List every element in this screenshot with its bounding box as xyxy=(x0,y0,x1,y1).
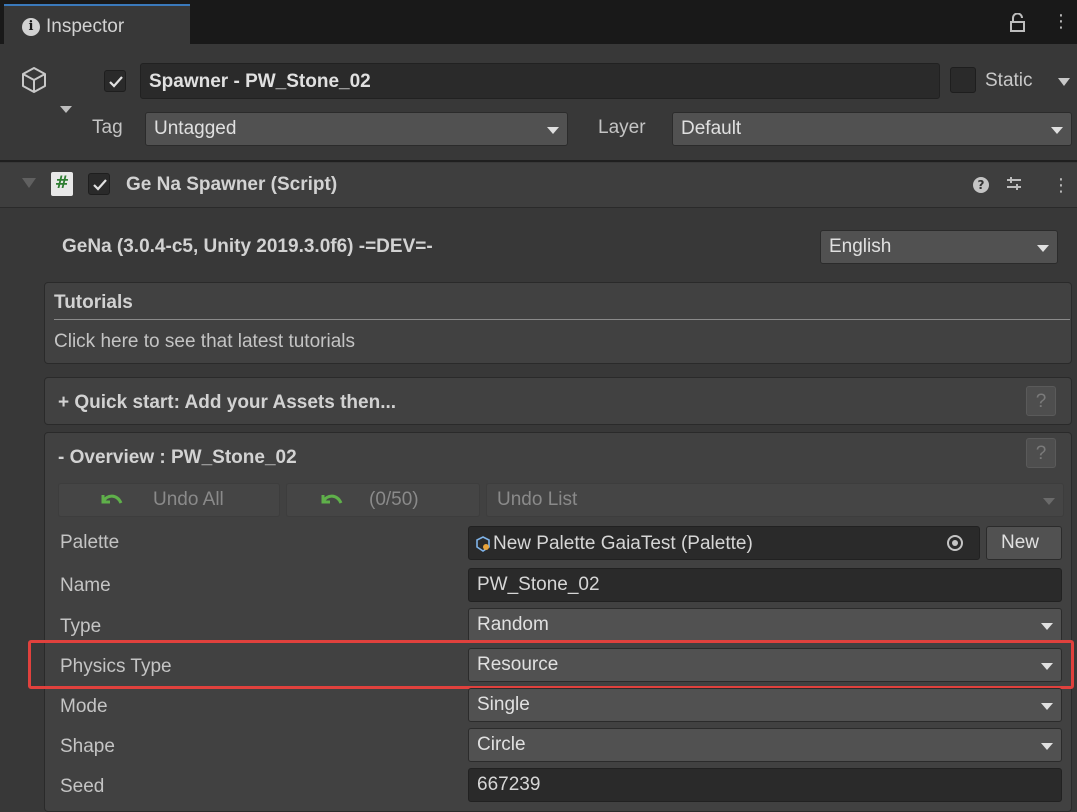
undo-all-label: Undo All xyxy=(153,489,224,510)
chevron-down-icon xyxy=(1041,743,1053,750)
checkmark-icon xyxy=(93,179,107,191)
version-label: GeNa (3.0.4-c5, Unity 2019.3.0f6) -=DEV=… xyxy=(62,236,433,257)
tag-value: Untagged xyxy=(154,118,237,139)
divider xyxy=(54,319,1070,320)
layer-label: Layer xyxy=(598,117,646,138)
layer-dropdown[interactable]: Default xyxy=(672,112,1072,146)
undo-one-button[interactable]: (0/50) xyxy=(286,483,480,517)
undo-count-label: (0/50) xyxy=(369,489,419,510)
field-label-mode: Mode xyxy=(60,696,108,717)
chevron-down-icon xyxy=(547,127,559,134)
field-label-name: Name xyxy=(60,575,111,596)
chevron-down-icon xyxy=(1041,703,1053,710)
object-picker-icon[interactable] xyxy=(947,535,963,551)
name-value: PW_Stone_02 xyxy=(477,574,600,595)
language-value: English xyxy=(829,236,892,257)
highlight-box xyxy=(28,640,1074,689)
component-title: Ge Na Spawner (Script) xyxy=(126,174,338,195)
chevron-down-icon xyxy=(1051,127,1063,134)
static-label: Static xyxy=(985,70,1033,91)
undo-icon xyxy=(101,494,123,504)
static-checkbox[interactable] xyxy=(950,67,976,93)
chevron-down-icon xyxy=(1037,245,1049,252)
help-icon[interactable]: ? xyxy=(973,177,989,193)
preset-icon[interactable] xyxy=(1005,175,1023,193)
type-dropdown[interactable]: Random xyxy=(468,608,1062,642)
chevron-down-icon xyxy=(1041,623,1053,630)
foldout-arrow-icon[interactable] xyxy=(22,178,36,188)
overview-title[interactable]: - Overview : PW_Stone_02 xyxy=(58,447,297,469)
chevron-down-icon xyxy=(1043,498,1055,505)
field-label-palette: Palette xyxy=(60,532,120,553)
checkmark-icon xyxy=(109,76,123,88)
seed-value: 667239 xyxy=(477,774,541,795)
object-name-field[interactable]: Spawner - PW_Stone_02 xyxy=(140,63,940,99)
field-label-shape: Shape xyxy=(60,736,115,757)
info-icon: i xyxy=(22,18,40,36)
tab-inspector-label: Inspector xyxy=(46,16,125,37)
tutorials-link[interactable]: Click here to see that latest tutorials xyxy=(54,331,355,353)
divider xyxy=(0,160,1077,162)
object-name-value: Spawner - PW_Stone_02 xyxy=(149,71,371,92)
help-icon[interactable]: ? xyxy=(1026,386,1056,416)
field-label-seed: Seed xyxy=(60,776,105,797)
type-value: Random xyxy=(477,614,549,635)
language-dropdown[interactable]: English xyxy=(820,230,1058,264)
mode-value: Single xyxy=(477,694,530,715)
script-icon: # xyxy=(51,172,73,196)
undo-icon xyxy=(321,494,343,504)
seed-input[interactable]: 667239 xyxy=(468,768,1062,802)
layer-value: Default xyxy=(681,118,742,139)
palette-object-field[interactable]: New Palette GaiaTest (Palette) xyxy=(468,526,980,560)
undo-list-label: Undo List xyxy=(497,489,578,510)
tag-label: Tag xyxy=(92,117,123,138)
palette-value: New Palette GaiaTest (Palette) xyxy=(493,533,753,554)
mode-dropdown[interactable]: Single xyxy=(468,688,1062,722)
icon-picker-caret[interactable] xyxy=(60,106,72,113)
undo-all-button[interactable]: Undo All xyxy=(58,483,280,517)
tab-inspector[interactable]: i Inspector xyxy=(4,4,190,44)
kebab-menu-icon[interactable]: ⋮ xyxy=(1052,175,1070,195)
static-dropdown-caret[interactable] xyxy=(1058,78,1070,86)
field-label-type: Type xyxy=(60,616,102,637)
component-enabled-checkbox[interactable] xyxy=(88,173,110,195)
palette-icon xyxy=(476,536,490,552)
new-palette-button[interactable]: New xyxy=(986,526,1062,560)
shape-dropdown[interactable]: Circle xyxy=(468,728,1062,762)
tag-dropdown[interactable]: Untagged xyxy=(145,112,568,146)
tutorials-title: Tutorials xyxy=(54,292,133,313)
shape-value: Circle xyxy=(477,734,526,755)
cube-icon xyxy=(20,66,48,94)
quick-start-title[interactable]: + Quick start: Add your Assets then... xyxy=(58,392,396,414)
new-button-label: New xyxy=(1001,532,1040,553)
kebab-menu-icon[interactable]: ⋮ xyxy=(1052,11,1070,31)
lock-icon[interactable] xyxy=(1010,12,1025,32)
help-icon[interactable]: ? xyxy=(1026,438,1056,468)
active-checkbox[interactable] xyxy=(104,70,126,92)
undo-list-dropdown[interactable]: Undo List xyxy=(486,483,1064,517)
name-input[interactable]: PW_Stone_02 xyxy=(468,568,1062,602)
